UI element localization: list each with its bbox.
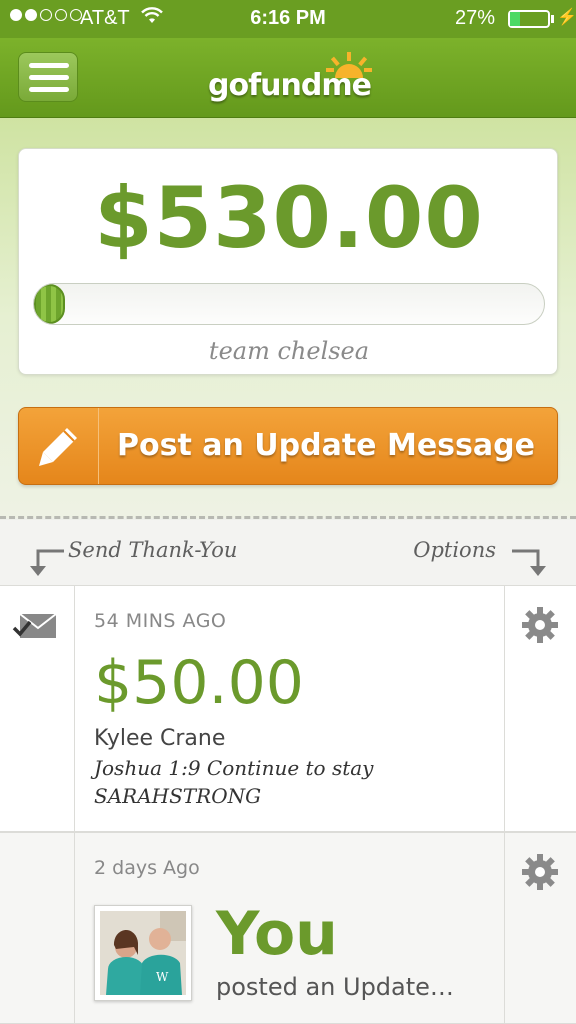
donation-message-line1: Joshua 1:9 Continue to stay: [94, 756, 374, 780]
donor-name: Kylee Crane: [94, 726, 226, 751]
send-thank-you-column[interactable]: [0, 586, 75, 831]
menu-button[interactable]: [18, 52, 78, 102]
send-thank-you-label: Send Thank-You: [68, 538, 238, 562]
options-column-2[interactable]: [504, 833, 576, 1023]
campaign-summary-card: $530.00 team chelsea: [18, 148, 558, 375]
post-update-button[interactable]: Post an Update Message: [18, 407, 558, 485]
envelope-check-icon[interactable]: [12, 612, 58, 642]
pencil-icon: [39, 428, 77, 466]
charging-bolt-icon: ⚡: [557, 9, 576, 26]
update-action: posted an Update…: [216, 973, 454, 1001]
post-update-label: Post an Update Message: [117, 428, 535, 463]
team-name: team chelsea: [208, 337, 370, 365]
pencil-icon-box: [19, 408, 99, 484]
svg-text:W: W: [156, 970, 169, 984]
update-time: 2 days Ago: [94, 857, 200, 879]
status-bar: AT&T 6:16 PM 27% ⚡: [0, 0, 576, 38]
battery-tip: [551, 15, 554, 23]
battery-percent: 27%: [455, 7, 496, 29]
update-row[interactable]: 2 days Ago W You posted an Update…: [0, 832, 576, 1024]
arrow-down-right-icon: [512, 549, 546, 576]
gofundme-logo: gofundme: [206, 52, 376, 108]
options-label: Options: [413, 538, 496, 562]
donation-amount: $50.00: [94, 648, 304, 718]
donation-message-line2: SARAHSTRONG: [94, 784, 262, 808]
update-actor: You: [216, 899, 338, 969]
gear-icon[interactable]: [521, 606, 559, 644]
send-thank-you-hint: Send Thank-You: [26, 538, 237, 562]
progress-fill: [34, 284, 65, 324]
donation-row[interactable]: 54 MINS AGO $50.00 Kylee Crane Joshua 1:…: [0, 585, 576, 832]
donation-time: 54 MINS AGO: [94, 610, 227, 632]
amount-raised: $530.00: [94, 169, 484, 267]
gear-icon[interactable]: [521, 853, 559, 891]
logo-text: gofundme: [208, 68, 372, 103]
profile-photo: W: [94, 905, 192, 1001]
battery-icon: [508, 10, 550, 28]
row-left-column: [0, 833, 75, 1023]
progress-bar: [33, 283, 545, 325]
nav-bar: gofundme: [0, 38, 576, 118]
options-column[interactable]: [504, 586, 576, 831]
